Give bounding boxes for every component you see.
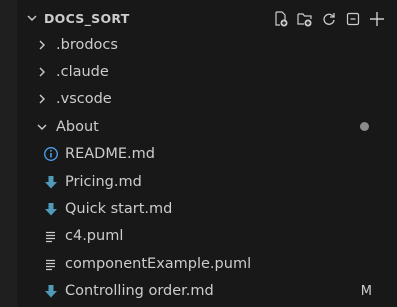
refresh-icon[interactable] <box>319 9 339 29</box>
file-tree: .brodocs .claude .vscode About README.md… <box>17 31 397 305</box>
markdown-arrow-icon <box>43 174 59 190</box>
file-label: componentExample.puml <box>65 255 252 272</box>
markdown-arrow-icon <box>43 201 59 217</box>
activity-edge <box>0 0 17 307</box>
tree-file-component-example[interactable]: componentExample.puml <box>17 250 397 277</box>
folder-label: .claude <box>56 64 109 81</box>
chevron-right-icon <box>35 65 49 79</box>
chevron-down-icon <box>35 120 49 134</box>
tree-folder-claude[interactable]: .claude <box>17 58 397 85</box>
chevron-right-icon <box>35 92 49 106</box>
folder-label: .vscode <box>56 91 112 108</box>
git-status-badge: M <box>360 283 372 299</box>
workspace-title: DOCS_SORT <box>44 10 130 26</box>
info-icon <box>43 146 59 162</box>
modified-dot <box>360 122 369 132</box>
file-label: README.md <box>65 146 155 163</box>
file-label: c4.puml <box>65 228 124 245</box>
tree-folder-vscode[interactable]: .vscode <box>17 86 397 113</box>
tree-file-readme[interactable]: README.md <box>17 141 397 168</box>
chevron-down-icon[interactable] <box>25 11 39 25</box>
collapse-all-icon[interactable] <box>343 9 363 29</box>
tree-file-pricing[interactable]: Pricing.md <box>17 168 397 195</box>
file-label: Controlling order.md <box>65 283 214 300</box>
tree-file-controlling-order[interactable]: Controlling order.md M <box>17 278 397 305</box>
tree-folder-brodocs[interactable]: .brodocs <box>17 31 397 58</box>
header-actions <box>271 9 387 29</box>
file-label: Quick start.md <box>65 201 173 218</box>
lines-icon <box>43 256 59 272</box>
tree-folder-about[interactable]: About <box>17 113 397 140</box>
chevron-right-icon <box>35 38 49 52</box>
explorer-panel: DOCS_SORT .brodocs .claude .vscode About… <box>0 0 397 307</box>
lines-icon <box>43 228 59 244</box>
plus-icon[interactable] <box>367 9 387 29</box>
markdown-arrow-icon <box>43 283 59 299</box>
tree-file-c4[interactable]: c4.puml <box>17 223 397 250</box>
explorer-header[interactable]: DOCS_SORT <box>17 5 397 31</box>
file-label: Pricing.md <box>65 173 142 190</box>
new-folder-icon[interactable] <box>295 9 315 29</box>
folder-label: About <box>56 118 99 135</box>
tree-file-quick-start[interactable]: Quick start.md <box>17 195 397 222</box>
folder-label: .brodocs <box>56 36 118 53</box>
new-file-icon[interactable] <box>271 9 291 29</box>
